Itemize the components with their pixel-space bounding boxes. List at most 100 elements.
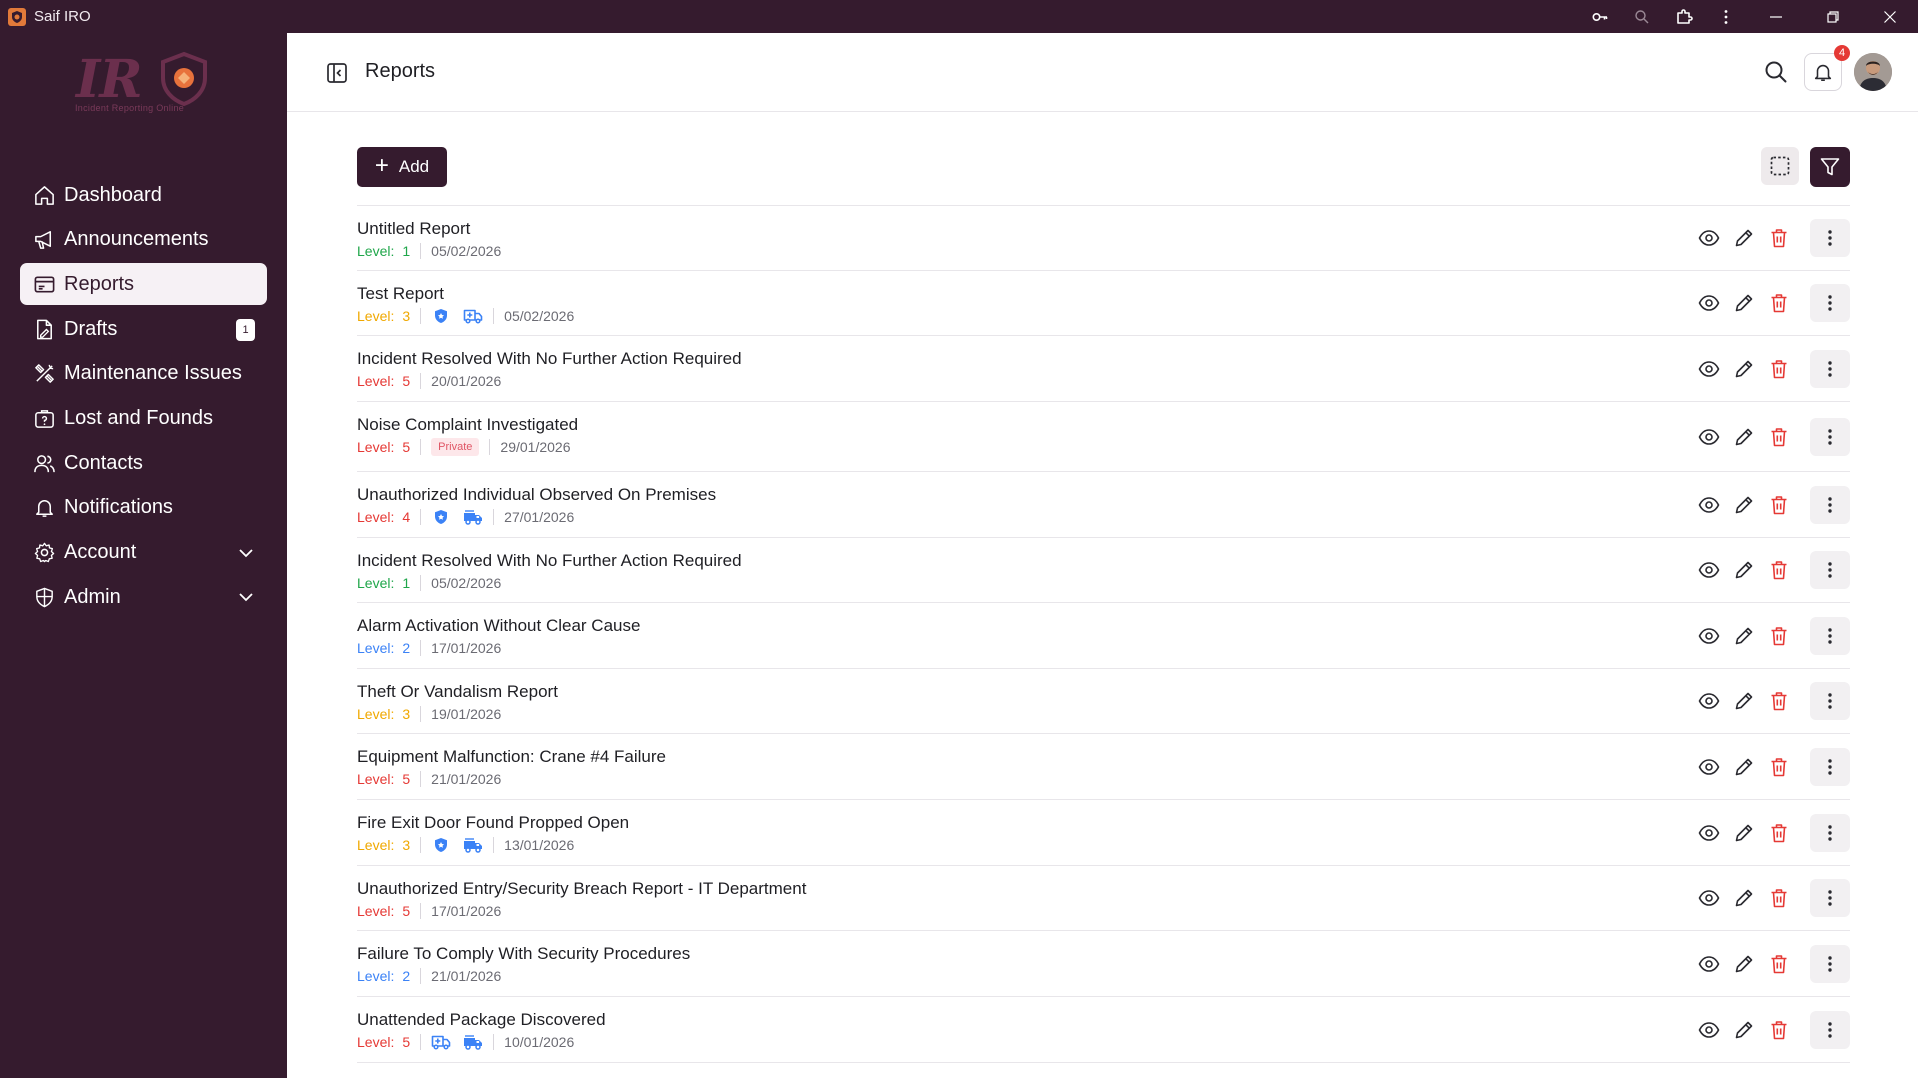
report-title[interactable]: Incident Resolved With No Further Action…	[357, 349, 742, 369]
sidebar-item-contacts[interactable]: Contacts	[20, 442, 267, 484]
report-title[interactable]: Theft Or Vandalism Report	[357, 682, 558, 702]
view-eye-icon[interactable]	[1697, 1018, 1721, 1042]
iro-logo[interactable]: IR Incident Reporting Online	[70, 47, 220, 117]
delete-trash-icon[interactable]	[1767, 357, 1791, 381]
report-title[interactable]: Failure To Comply With Security Procedur…	[357, 944, 690, 964]
edit-pencil-icon[interactable]	[1732, 821, 1756, 845]
more-options-button[interactable]	[1810, 1010, 1850, 1049]
view-eye-icon[interactable]	[1697, 226, 1721, 250]
filter-button[interactable]	[1810, 147, 1850, 187]
more-options-button[interactable]	[1810, 616, 1850, 655]
report-title[interactable]: Fire Exit Door Found Propped Open	[357, 813, 629, 833]
report-title[interactable]: Unauthorized Individual Observed On Prem…	[357, 485, 716, 505]
restore-icon[interactable]	[1804, 0, 1861, 33]
view-eye-icon[interactable]	[1697, 425, 1721, 449]
report-row[interactable]: Incident Resolved With No Further Action…	[357, 538, 1850, 603]
close-icon[interactable]	[1861, 0, 1918, 33]
edit-pencil-icon[interactable]	[1732, 755, 1756, 779]
more-options-button[interactable]	[1810, 219, 1850, 257]
delete-trash-icon[interactable]	[1767, 886, 1791, 910]
report-title[interactable]: Alarm Activation Without Clear Cause	[357, 616, 640, 636]
delete-trash-icon[interactable]	[1767, 493, 1791, 517]
view-eye-icon[interactable]	[1697, 755, 1721, 779]
view-eye-icon[interactable]	[1697, 493, 1721, 517]
edit-pencil-icon[interactable]	[1732, 493, 1756, 517]
more-options-button[interactable]	[1810, 349, 1850, 388]
delete-trash-icon[interactable]	[1767, 425, 1791, 449]
delete-trash-icon[interactable]	[1767, 952, 1791, 976]
more-options-button[interactable]	[1810, 813, 1850, 852]
extensions-puzzle-icon[interactable]	[1663, 0, 1705, 33]
report-row[interactable]: Incident Resolved With No Further Action…	[357, 336, 1850, 402]
zoom-icon[interactable]	[1621, 0, 1663, 33]
sidebar-item-notifications[interactable]: Notifications	[20, 487, 267, 529]
view-eye-icon[interactable]	[1697, 624, 1721, 648]
add-report-button[interactable]: + Add	[357, 147, 447, 187]
sidebar-collapse-icon[interactable]	[325, 61, 349, 85]
report-row[interactable]: Unauthorized Entry/Security Breach Repor…	[357, 866, 1850, 931]
browser-menu-kebab-icon[interactable]	[1705, 0, 1747, 33]
sidebar-item-account[interactable]: Account	[20, 532, 267, 574]
more-options-button[interactable]	[1810, 485, 1850, 524]
report-title[interactable]: Incident Resolved With No Further Action…	[357, 551, 742, 571]
sidebar-item-maintenance-issues[interactable]: Maintenance Issues	[20, 353, 267, 395]
view-eye-icon[interactable]	[1697, 291, 1721, 315]
edit-pencil-icon[interactable]	[1732, 689, 1756, 713]
report-row[interactable]: Test Report Level: 3 05/02/2026	[357, 271, 1850, 336]
report-row[interactable]: Fire Exit Door Found Propped Open Level:…	[357, 800, 1850, 866]
report-title[interactable]: Test Report	[357, 284, 444, 304]
more-options-button[interactable]	[1810, 747, 1850, 786]
delete-trash-icon[interactable]	[1767, 755, 1791, 779]
minimize-icon[interactable]	[1747, 0, 1804, 33]
more-options-button[interactable]	[1810, 417, 1850, 456]
delete-trash-icon[interactable]	[1767, 689, 1791, 713]
select-mode-button[interactable]	[1761, 147, 1799, 185]
view-eye-icon[interactable]	[1697, 357, 1721, 381]
edit-pencil-icon[interactable]	[1732, 886, 1756, 910]
more-options-button[interactable]	[1810, 551, 1850, 589]
more-options-button[interactable]	[1810, 944, 1850, 983]
report-row[interactable]: Unauthorized Individual Observed On Prem…	[357, 472, 1850, 538]
report-title[interactable]: Untitled Report	[357, 219, 470, 239]
delete-trash-icon[interactable]	[1767, 1018, 1791, 1042]
view-eye-icon[interactable]	[1697, 821, 1721, 845]
password-key-icon[interactable]	[1579, 0, 1621, 33]
sidebar-item-dashboard[interactable]: Dashboard	[20, 174, 267, 216]
edit-pencil-icon[interactable]	[1732, 624, 1756, 648]
report-row[interactable]: Theft Or Vandalism Report Level: 3 19/01…	[357, 669, 1850, 734]
report-title[interactable]: Unattended Package Discovered	[357, 1010, 606, 1030]
delete-trash-icon[interactable]	[1767, 624, 1791, 648]
view-eye-icon[interactable]	[1697, 886, 1721, 910]
delete-trash-icon[interactable]	[1767, 558, 1791, 582]
chevron-down-icon[interactable]	[237, 588, 255, 606]
report-title[interactable]: Equipment Malfunction: Crane #4 Failure	[357, 747, 666, 767]
edit-pencil-icon[interactable]	[1732, 291, 1756, 315]
sidebar-item-drafts[interactable]: Drafts 1	[20, 308, 267, 350]
view-eye-icon[interactable]	[1697, 558, 1721, 582]
report-row[interactable]: Noise Complaint Investigated Level: 5 Pr…	[357, 402, 1850, 472]
user-avatar[interactable]	[1854, 53, 1892, 91]
delete-trash-icon[interactable]	[1767, 291, 1791, 315]
search-icon[interactable]	[1763, 59, 1789, 85]
edit-pencil-icon[interactable]	[1732, 226, 1756, 250]
chevron-down-icon[interactable]	[237, 544, 255, 562]
edit-pencil-icon[interactable]	[1732, 357, 1756, 381]
edit-pencil-icon[interactable]	[1732, 425, 1756, 449]
sidebar-item-lost-and-founds[interactable]: Lost and Founds	[20, 397, 267, 439]
report-title[interactable]: Unauthorized Entry/Security Breach Repor…	[357, 879, 806, 899]
edit-pencil-icon[interactable]	[1732, 558, 1756, 582]
sidebar-item-announcements[interactable]: Announcements	[20, 219, 267, 261]
report-row[interactable]: Alarm Activation Without Clear Cause Lev…	[357, 603, 1850, 669]
report-row[interactable]: Untitled Report Level: 1 05/02/2026	[357, 206, 1850, 271]
view-eye-icon[interactable]	[1697, 952, 1721, 976]
sidebar-item-reports[interactable]: Reports	[20, 263, 267, 306]
edit-pencil-icon[interactable]	[1732, 952, 1756, 976]
sidebar-item-admin[interactable]: Admin	[20, 576, 267, 618]
more-options-button[interactable]	[1810, 879, 1850, 917]
more-options-button[interactable]	[1810, 682, 1850, 720]
delete-trash-icon[interactable]	[1767, 821, 1791, 845]
report-title[interactable]: Noise Complaint Investigated	[357, 415, 578, 435]
edit-pencil-icon[interactable]	[1732, 1018, 1756, 1042]
more-options-button[interactable]	[1810, 284, 1850, 322]
report-row[interactable]: Failure To Comply With Security Procedur…	[357, 931, 1850, 997]
